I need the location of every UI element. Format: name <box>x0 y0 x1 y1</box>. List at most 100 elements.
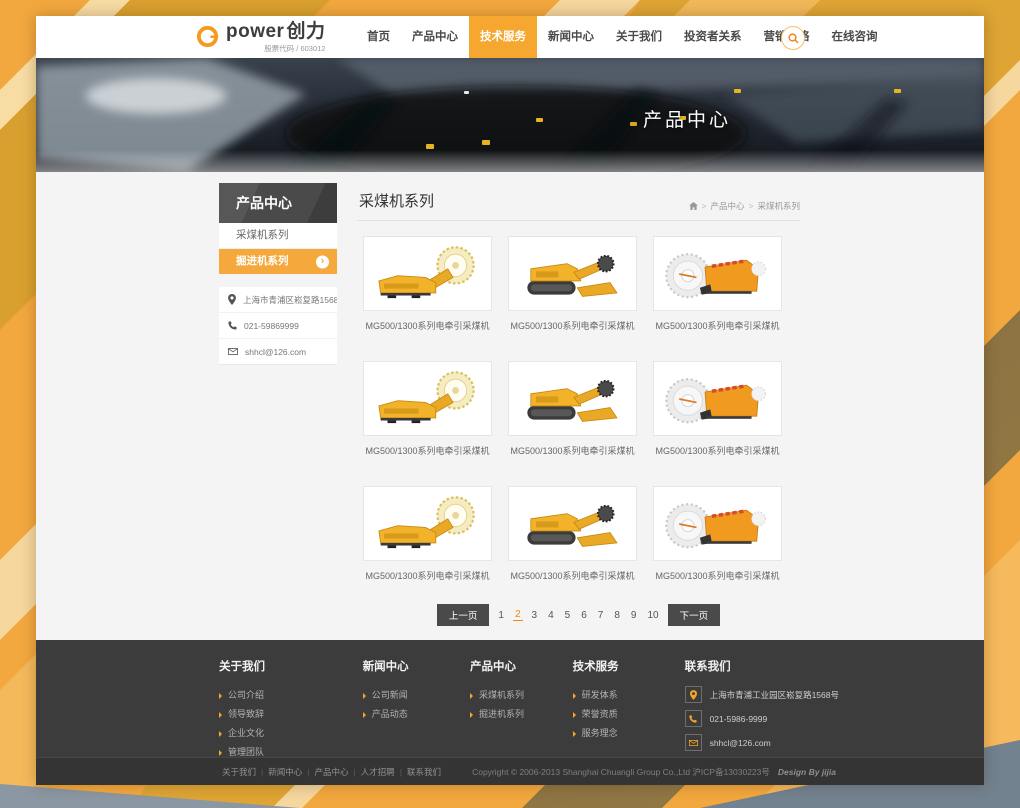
product-name[interactable]: MG500/1300系列电牵引采煤机 <box>508 319 637 332</box>
footer-link[interactable]: 采煤机系列 <box>470 686 573 705</box>
sidebar-menu: 采煤机系列 掘进机系列 › <box>219 223 337 274</box>
footer-link[interactable]: 产品动态 <box>363 705 470 724</box>
footer-col-title: 技术服务 <box>573 658 685 674</box>
footer-address: 上海市青浦工业园区崧复路1568号 <box>710 689 839 701</box>
product-name[interactable]: MG500/1300系列电牵引采煤机 <box>363 569 492 582</box>
sidebar-address-row[interactable]: 上海市青浦区崧复路1568号 <box>219 287 337 313</box>
bullet-icon <box>573 712 576 718</box>
sidebar-phone-row[interactable]: 021-59869999 <box>219 313 337 339</box>
prev-page-button[interactable]: 上一页 <box>437 604 490 626</box>
product-name[interactable]: MG500/1300系列电牵引采煤机 <box>508 569 637 582</box>
product-card[interactable]: MG500/1300系列电牵引采煤机 <box>508 361 637 457</box>
page-number-10[interactable]: 10 <box>645 610 660 621</box>
link-separator: | <box>353 767 355 777</box>
product-name[interactable]: MG500/1300系列电牵引采煤机 <box>508 444 637 457</box>
product-name[interactable]: MG500/1300系列电牵引采煤机 <box>653 444 782 457</box>
hero-title: 产品中心 <box>632 105 742 132</box>
product-card[interactable]: MG500/1300系列电牵引采煤机 <box>653 236 782 332</box>
pagination: 上一页 1 2 3 4 5 6 7 8 9 10 下一页 <box>357 604 800 626</box>
page-number-7[interactable]: 7 <box>596 610 606 621</box>
nav-item-tech-service[interactable]: 技术服务 <box>469 16 537 58</box>
product-card[interactable]: MG500/1300系列电牵引采煤机 <box>508 236 637 332</box>
bullet-icon <box>219 750 222 756</box>
nav-item-consult[interactable]: 在线咨询 <box>821 16 889 58</box>
home-icon[interactable] <box>689 202 698 210</box>
bottom-link-contact[interactable]: 联系我们 <box>407 766 441 778</box>
nav-item-investor[interactable]: 投资者关系 <box>673 16 753 58</box>
sidebar-item-shearer-series[interactable]: 采煤机系列 <box>219 223 337 249</box>
sidebar-item-roadheader-series[interactable]: 掘进机系列 › <box>219 249 337 274</box>
footer-email: shhcl@126.com <box>710 738 771 748</box>
nav-item-about[interactable]: 关于我们 <box>605 16 673 58</box>
breadcrumb-current: 采煤机系列 <box>757 200 800 212</box>
product-image-wheel-machine <box>653 361 782 436</box>
footer-link[interactable]: 服务理念 <box>573 724 685 743</box>
phone-icon <box>228 321 237 330</box>
footer-link[interactable]: 公司新闻 <box>363 686 470 705</box>
sidebar: 产品中心 采煤机系列 掘进机系列 › 上海市青浦区崧复路1568号 021- <box>219 183 337 365</box>
product-card[interactable]: MG500/1300系列电牵引采煤机 <box>653 361 782 457</box>
page-title: 采煤机系列 <box>359 190 434 211</box>
bottom-link-careers[interactable]: 人才招聘 <box>361 766 395 778</box>
footer-col-contact: 联系我们 上海市青浦工业园区崧复路1568号 021-5986-9999 <box>685 658 839 762</box>
next-page-button[interactable]: 下一页 <box>668 604 721 626</box>
sidebar-address: 上海市青浦区崧复路1568号 <box>243 294 337 306</box>
page-number-9[interactable]: 9 <box>629 610 639 621</box>
product-name[interactable]: MG500/1300系列电牵引采煤机 <box>363 444 492 457</box>
footer-link[interactable]: 企业文化 <box>219 724 363 743</box>
footer-link[interactable]: 研发体系 <box>573 686 685 705</box>
bottom-link-news[interactable]: 新闻中心 <box>268 766 302 778</box>
product-card[interactable]: MG500/1300系列电牵引采煤机 <box>363 236 492 332</box>
page-number-6[interactable]: 6 <box>579 610 589 621</box>
page-number-8[interactable]: 8 <box>612 610 622 621</box>
footer-phone-row[interactable]: 021-5986-9999 <box>685 710 839 727</box>
footer-link[interactable]: 公司介绍 <box>219 686 363 705</box>
footer-link-label: 采煤机系列 <box>479 686 524 705</box>
main-nav: 首页 产品中心 技术服务 新闻中心 关于我们 投资者关系 营销网络 在线咨询 <box>356 16 889 58</box>
main-header: 采煤机系列 > 产品中心 > 采煤机系列 <box>357 183 800 221</box>
page-number-5[interactable]: 5 <box>563 610 573 621</box>
nav-item-news[interactable]: 新闻中心 <box>537 16 605 58</box>
product-card[interactable]: MG500/1300系列电牵引采煤机 <box>653 486 782 582</box>
product-name[interactable]: MG500/1300系列电牵引采煤机 <box>653 319 782 332</box>
email-icon <box>228 348 238 355</box>
nav-item-products[interactable]: 产品中心 <box>401 16 469 58</box>
location-icon <box>228 294 236 305</box>
bullet-icon <box>470 712 473 718</box>
nav-item-home[interactable]: 首页 <box>356 16 401 58</box>
product-card[interactable]: MG500/1300系列电牵引采煤机 <box>508 486 637 582</box>
breadcrumb-separator: > <box>702 201 707 211</box>
page-number-3[interactable]: 3 <box>530 610 540 621</box>
footer-col-news: 新闻中心 公司新闻 产品动态 <box>363 658 470 762</box>
brand-logo[interactable]: power创力 股票代码 / 603012 <box>196 22 325 54</box>
design-credit[interactable]: Design By jijia <box>778 767 836 777</box>
product-image-shearer <box>363 361 492 436</box>
breadcrumb-products[interactable]: 产品中心 <box>711 200 745 212</box>
product-card[interactable]: MG500/1300系列电牵引采煤机 <box>363 486 492 582</box>
page-number-4[interactable]: 4 <box>546 610 556 621</box>
sidebar-email-row[interactable]: shhcl@126.com <box>219 339 337 364</box>
bullet-icon <box>219 731 222 737</box>
breadcrumb-separator: > <box>749 201 754 211</box>
bullet-icon <box>363 693 366 699</box>
breadcrumb: > 产品中心 > 采煤机系列 <box>689 200 800 212</box>
footer-col-title: 新闻中心 <box>363 658 470 674</box>
product-card[interactable]: MG500/1300系列电牵引采煤机 <box>363 361 492 457</box>
page-number-1[interactable]: 1 <box>496 610 506 621</box>
bottom-link-products[interactable]: 产品中心 <box>314 766 348 778</box>
site-footer: 关于我们 公司介绍 领导致辞 企业文化 管理团队 新闻中心 公司新闻 产品动态 … <box>36 640 984 757</box>
page-number-2-current[interactable]: 2 <box>513 609 523 621</box>
product-name[interactable]: MG500/1300系列电牵引采煤机 <box>653 569 782 582</box>
search-button[interactable] <box>781 26 805 50</box>
bullet-icon <box>573 731 576 737</box>
footer-link[interactable]: 掘进机系列 <box>470 705 573 724</box>
brand-name-cn: 创力 <box>286 21 325 42</box>
footer-email-row[interactable]: shhcl@126.com <box>685 734 839 751</box>
footer-address-row[interactable]: 上海市青浦工业园区崧复路1568号 <box>685 686 839 703</box>
footer-link[interactable]: 领导致辞 <box>219 705 363 724</box>
product-grid: MG500/1300系列电牵引采煤机 MG500/1300系列电牵引采煤机 MG… <box>363 236 800 582</box>
footer-link[interactable]: 荣誉资质 <box>573 705 685 724</box>
bullet-icon <box>363 712 366 718</box>
product-name[interactable]: MG500/1300系列电牵引采煤机 <box>363 319 492 332</box>
bottom-link-about[interactable]: 关于我们 <box>222 766 256 778</box>
